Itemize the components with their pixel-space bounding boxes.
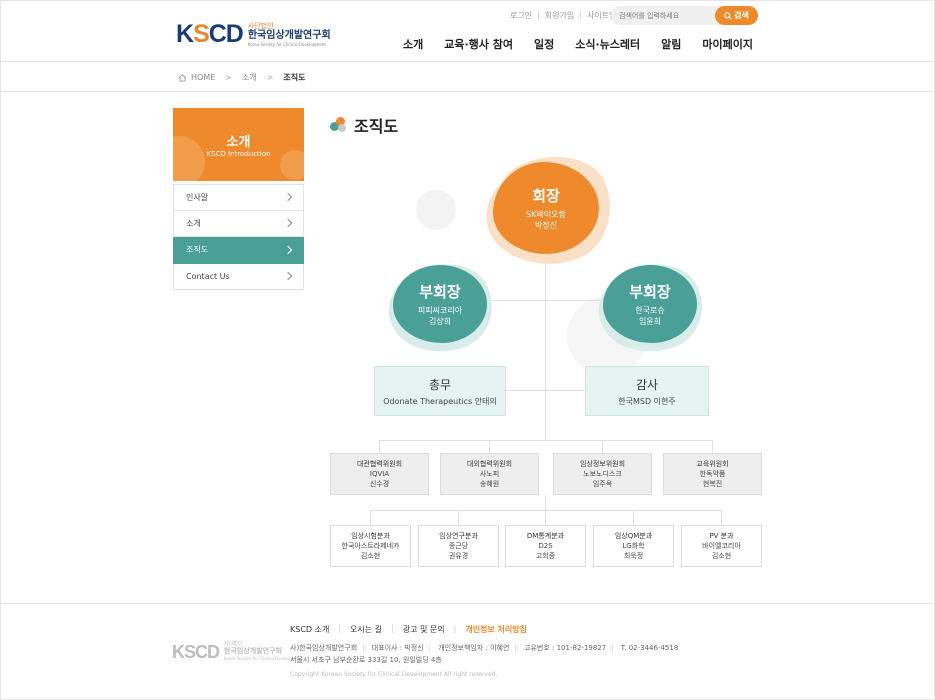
utility-links: 로그인 | 회원가입 | 사이트맵 (505, 10, 621, 21)
footer-link-privacy[interactable]: 개인정보 처리방침 (465, 624, 527, 635)
sidebar-item-greeting[interactable]: 인사말 (173, 184, 304, 211)
nav-intro[interactable]: 소개 (403, 36, 423, 52)
search-icon (724, 11, 732, 20)
footer-link-ads[interactable]: 광고 및 문의 (403, 624, 445, 635)
sidebar-item-contact[interactable]: Contact Us (173, 263, 304, 290)
president-name: 박정신 (534, 221, 558, 230)
president-org: SK바이오팜 (526, 210, 566, 219)
nav-mypage[interactable]: 마이페이지 (702, 36, 753, 52)
footer-copyright: Copyright Korean Society for Clinical De… (290, 671, 498, 678)
division-box: 임상QM분과 LG화학 최욱정 (593, 525, 674, 567)
logo-mark: KSCD (176, 20, 244, 48)
decor-circle (416, 190, 456, 230)
committee-box: 대외협력위원회 사노피 송혜원 (440, 453, 539, 495)
signup-link[interactable]: 회원가입 (540, 10, 579, 21)
nav-schedule[interactable]: 일정 (534, 36, 554, 52)
site-header: KSCD 사단법인 한국임상개발연구회 Korea Society for Cl… (0, 0, 935, 62)
home-icon[interactable] (178, 73, 187, 82)
sidebar-subtitle: KSCD Introduction (206, 150, 271, 158)
committee-box: 대관협력위원회 IQVIA 신수경 (330, 453, 429, 495)
chevron-right-icon (283, 245, 293, 254)
logo-main: 한국임상개발연구회 (247, 29, 331, 41)
title-dots-icon (330, 116, 348, 134)
chevron-right-icon (283, 193, 293, 202)
chevron-right-icon (283, 219, 293, 228)
breadcrumb-current: 조직도 (283, 73, 306, 82)
login-link[interactable]: 로그인 (505, 10, 537, 21)
president-role: 회장 (532, 187, 560, 205)
footer-logo[interactable]: KSCD 사단법인 한국임상개발연구회 Korea Society for Cl… (172, 642, 302, 661)
nav-notice[interactable]: 알림 (661, 36, 681, 52)
vp-right-node: 부회장 한국로슈 임윤희 (603, 265, 697, 343)
vp-right-role: 부회장 (629, 283, 671, 301)
breadcrumb: HOME > 소개 > 조직도 (0, 62, 935, 92)
division-box: DM통계분과 D2S 고희종 (505, 525, 586, 567)
sidebar-menu: 인사말 소개 조직도 Contact Us (173, 184, 304, 290)
committee-box: 교육위원회 한독약품 현복진 (663, 453, 762, 495)
president-node: 회장 SK바이오팜박정신 (493, 162, 599, 254)
vp-left-node: 부회장 피피씨코리아 김상희 (393, 265, 487, 343)
footer-links: KSCD 소개 | 오시는 길 | 광고 및 문의 | 개인정보 처리방침 (290, 624, 527, 635)
breadcrumb-level1[interactable]: 소개 (242, 72, 257, 83)
search-input[interactable] (619, 9, 715, 22)
chevron-right-icon: > (225, 73, 232, 82)
search-box: 검색 (611, 6, 758, 25)
footer-link-directions[interactable]: 오시는 길 (350, 624, 382, 635)
nav-education[interactable]: 교육·행사 참여 (444, 36, 513, 52)
auditor-box: 감사 한국MSD 이현주 (585, 366, 709, 416)
secretary-box: 총무 Odonate Therapeutics 안태의 (374, 366, 506, 416)
chevron-right-icon (283, 272, 293, 281)
sidebar-title: 소개 (226, 135, 251, 150)
site-logo[interactable]: KSCD 사단법인 한국임상개발연구회 Korea Society for Cl… (176, 22, 331, 47)
footer-link-about[interactable]: KSCD 소개 (290, 624, 329, 635)
chevron-right-icon: > (266, 73, 274, 82)
breadcrumb-home[interactable]: HOME (191, 73, 215, 82)
main-nav: 소개 교육·행사 참여 일정 소식·뉴스레터 알림 마이페이지 (403, 36, 753, 52)
sidebar-item-intro[interactable]: 소개 (173, 210, 304, 237)
nav-news[interactable]: 소식·뉴스레터 (575, 36, 640, 52)
division-box: PV 분과 바이엘코리아 김소현 (681, 525, 762, 567)
sidebar-header: 소개 KSCD Introduction (173, 108, 304, 181)
logo-en: Korea Society for Clinical Development (247, 41, 326, 47)
page-title: 조직도 (330, 113, 398, 137)
site-footer: KSCD 사단법인 한국임상개발연구회 Korea Society for Cl… (0, 603, 935, 700)
sidebar-item-orgchart[interactable]: 조직도 (173, 237, 304, 264)
division-box: 임상시험분과 한국아스트라제네카 김소현 (330, 525, 411, 567)
footer-info: 사)한국임상개발연구회 | 대표이사 : 박정신 | 개인정보책임자 : 이혜연 | … (290, 644, 679, 664)
committee-box: 임상정보위원회 노보노디스크 임주옥 (553, 453, 652, 495)
division-box: 임상연구분과 종근당 권유경 (418, 525, 499, 567)
logo-sub: 사단법인 (247, 21, 274, 30)
search-button[interactable]: 검색 (715, 6, 758, 25)
vp-left-role: 부회장 (419, 283, 461, 301)
